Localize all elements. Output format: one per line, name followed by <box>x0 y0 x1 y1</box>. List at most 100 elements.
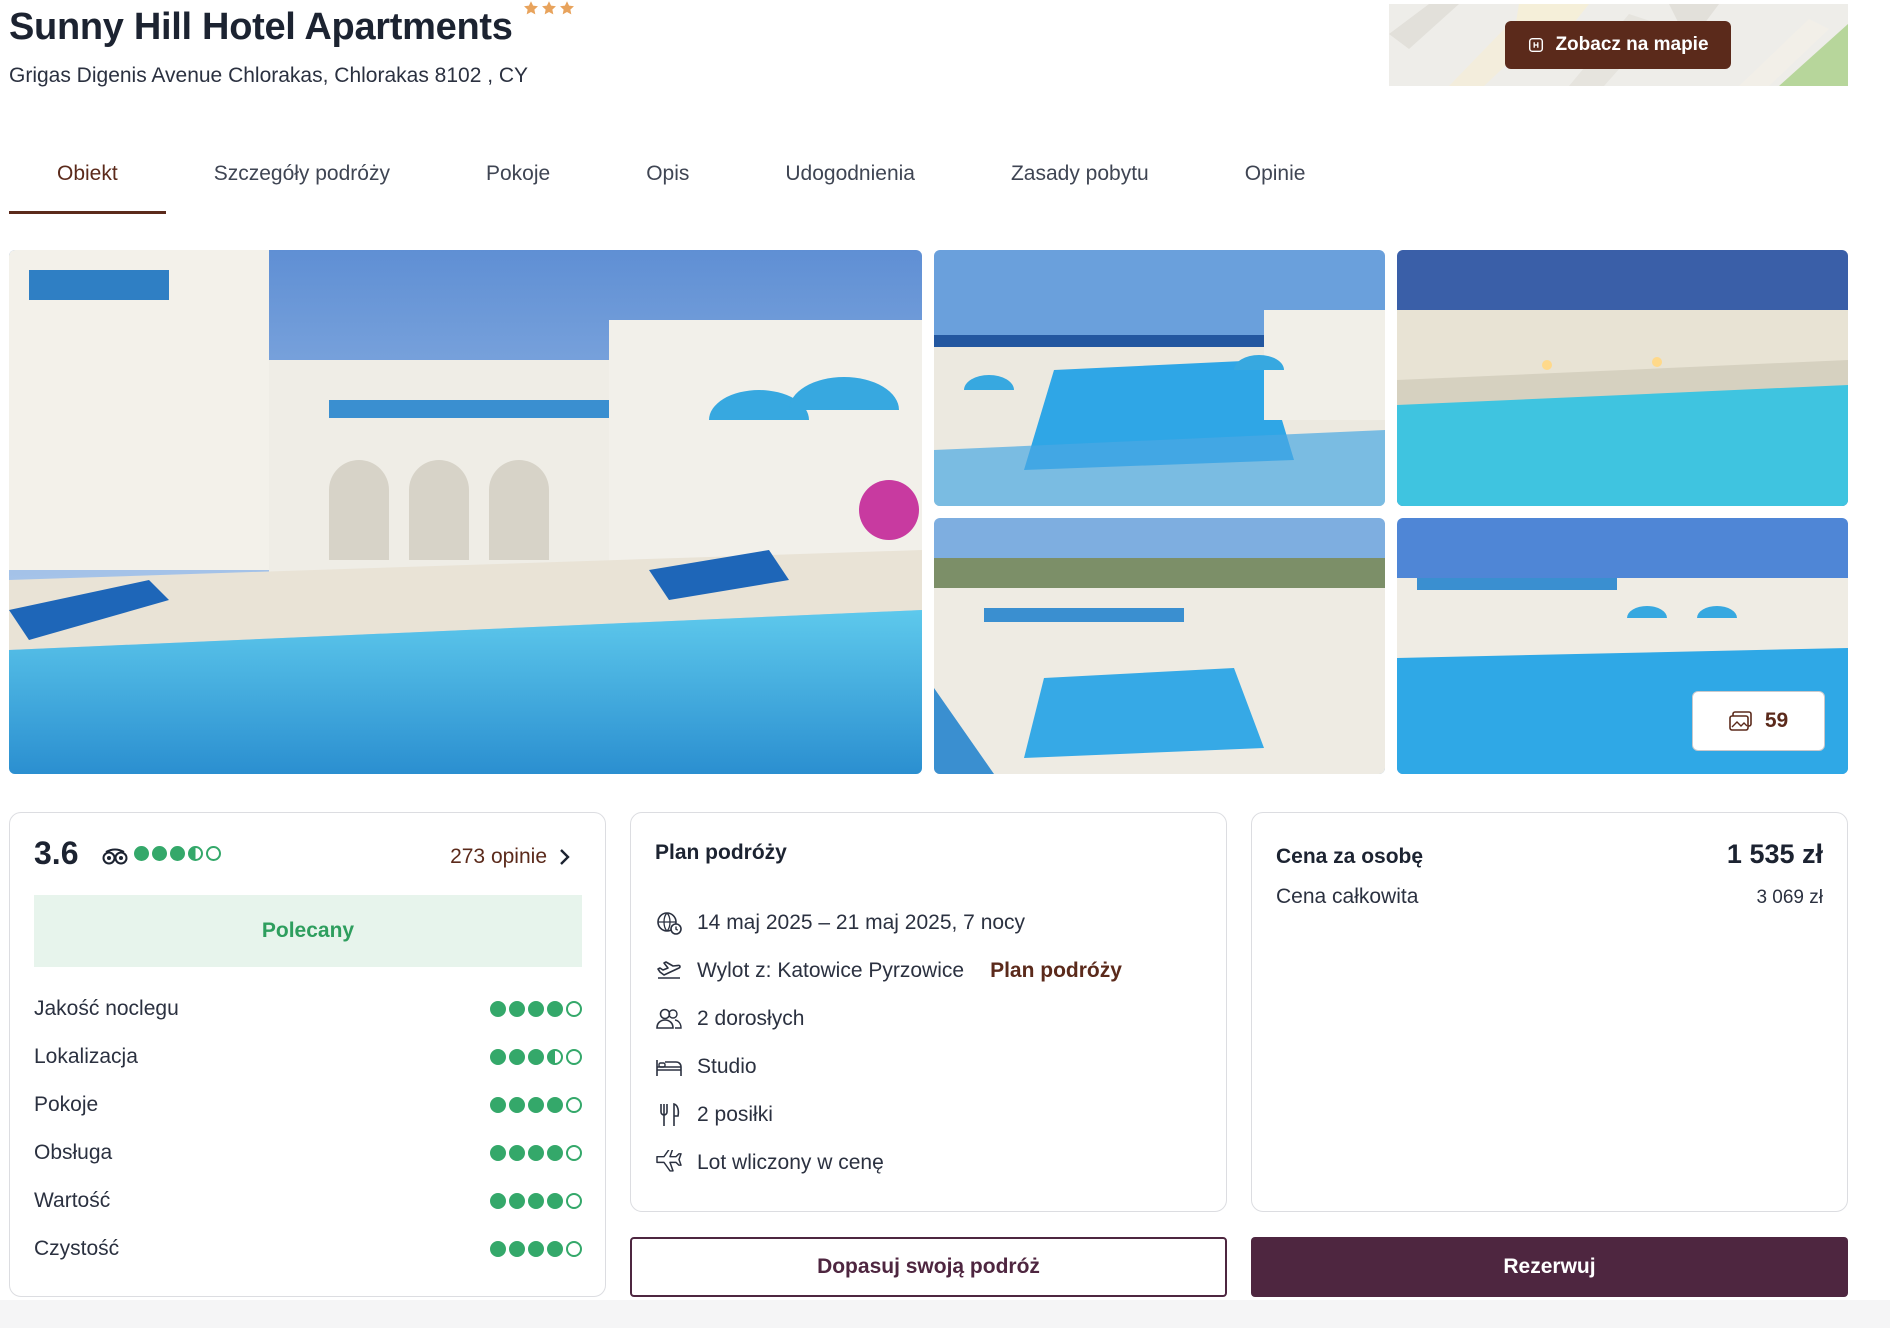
criterion-label: Pokoje <box>34 1093 99 1116</box>
photo-count: 59 <box>1764 709 1789 732</box>
criterion-label: Czystość <box>34 1237 120 1260</box>
rating-bubble-icon <box>509 1097 525 1113</box>
price-per-person-label: Cena za osobę <box>1276 845 1424 868</box>
trip-departure-text: Wylot z: Katowice Pyrzowice <box>697 959 965 982</box>
trip-room-text: Studio <box>697 1055 757 1078</box>
book-button[interactable]: Rezerwuj <box>1251 1237 1848 1297</box>
section-tabs: Obiekt Szczegóły podróży Pokoje Opis Udo… <box>9 140 1353 214</box>
price-total-label: Cena całkowita <box>1276 885 1419 908</box>
rating-bubble-icon <box>528 1097 544 1113</box>
all-photos-button[interactable]: 59 <box>1692 691 1825 751</box>
title-row: Sunny Hill Hotel Apartments <box>9 1 575 50</box>
rating-bubble-icon <box>566 1001 582 1017</box>
trip-guests-text: 2 dorosłych <box>697 1007 805 1030</box>
gallery-photo-2[interactable] <box>934 250 1385 506</box>
hotel-title: Sunny Hill Hotel Apartments <box>9 6 513 48</box>
rating-criterion: Pokoje <box>34 1081 582 1129</box>
criterion-bubbles <box>490 1049 582 1065</box>
rating-criterion: Wartość <box>34 1177 582 1225</box>
tab-rooms[interactable]: Pokoje <box>438 140 598 214</box>
criterion-label: Wartość <box>34 1189 111 1212</box>
photos-icon <box>1729 711 1752 731</box>
tab-amenities[interactable]: Udogodnienia <box>737 140 963 214</box>
tab-obiekt[interactable]: Obiekt <box>9 140 166 214</box>
reviews-link-label: 273 opinie <box>450 845 547 868</box>
trip-meals: 2 posiłki <box>655 1091 1122 1139</box>
plane-departure-icon <box>657 961 681 979</box>
rating-bubble-icon <box>152 846 167 861</box>
show-on-map-button[interactable]: Zobacz na mapie <box>1505 21 1731 69</box>
show-on-map-label: Zobacz na mapie <box>1555 34 1709 55</box>
gallery-photo-main[interactable] <box>9 250 922 774</box>
tab-description[interactable]: Opis <box>598 140 737 214</box>
trip-dates-text: 14 maj 2025 – 21 maj 2025, 7 nocy <box>697 911 1026 934</box>
rating-bubble-icon <box>566 1145 582 1161</box>
recommended-badge: Polecany <box>34 895 582 967</box>
rating-bubble-icon <box>490 1097 506 1113</box>
photo-gallery <box>9 250 1848 774</box>
rating-bubble-icon <box>547 1097 563 1113</box>
rating-bubble-icon <box>490 1193 506 1209</box>
hotel-address: Grigas Digenis Avenue Chlorakas, Chlorak… <box>9 64 529 87</box>
trip-plan-card: Plan podróży 14 maj 2025 – 21 maj 2025, … <box>630 812 1227 1212</box>
tab-reviews[interactable]: Opinie <box>1197 140 1354 214</box>
rating-criterion: Lokalizacja <box>34 1033 582 1081</box>
price-total-value: 3 069 zł <box>1756 887 1823 908</box>
rating-bubble-icon <box>490 1001 506 1017</box>
trip-meals-text: 2 posiłki <box>697 1103 773 1126</box>
price-per-person-row: Cena za osobę 1 535 zł <box>1276 839 1823 870</box>
plane-icon <box>656 1150 682 1172</box>
star-icon <box>523 1 538 15</box>
trip-room: Studio <box>655 1043 1122 1091</box>
rating-bubble-icon <box>528 1001 544 1017</box>
criterion-bubbles <box>490 1241 582 1257</box>
trip-plan-title: Plan podróży <box>655 841 787 864</box>
trip-departure: Wylot z: Katowice Pyrzowice Plan podróży <box>655 947 1122 995</box>
rating-bubble-icon <box>490 1145 506 1161</box>
trip-guests: 2 dorosłych <box>655 995 1122 1043</box>
rating-bubble-icon <box>206 846 221 861</box>
rating-bubble-icon <box>547 1241 563 1257</box>
customize-trip-button[interactable]: Dopasuj swoją podróż <box>630 1237 1227 1297</box>
rating-bubble-icon <box>134 846 149 861</box>
rating-bubble-icon <box>528 1241 544 1257</box>
rating-bubble-icon <box>566 1049 582 1065</box>
rating-card: 3.6 273 opinie Polecany Jakość noclegu L… <box>9 812 606 1297</box>
tab-trip-details[interactable]: Szczegóły podróży <box>166 140 438 214</box>
rating-bubble-icon <box>188 846 203 861</box>
calendar-globe-icon <box>657 912 682 935</box>
gallery-photo-3[interactable] <box>1397 250 1848 506</box>
star-rating <box>523 0 575 16</box>
rating-bubble-icon <box>509 1193 525 1209</box>
trip-plan-link[interactable]: Plan podróży <box>990 959 1122 983</box>
criterion-label: Jakość noclegu <box>34 997 179 1020</box>
rating-bubble-icon <box>528 1145 544 1161</box>
gallery-photo-4[interactable] <box>934 518 1385 774</box>
rating-criterion: Czystość <box>34 1225 582 1273</box>
tab-house-rules[interactable]: Zasady pobytu <box>963 140 1197 214</box>
cutlery-icon <box>660 1102 680 1126</box>
rating-bubble-icon <box>528 1193 544 1209</box>
rating-bubble-icon <box>509 1145 525 1161</box>
rating-criteria-list: Jakość noclegu Lokalizacja Pokoje Obsług… <box>34 985 582 1273</box>
criterion-label: Lokalizacja <box>34 1045 138 1068</box>
rating-bubble-icon <box>547 1193 563 1209</box>
rating-criterion: Jakość noclegu <box>34 985 582 1033</box>
criterion-bubbles <box>490 1097 582 1113</box>
trip-flight: Lot wliczony w cenę <box>655 1139 1122 1187</box>
trip-dates: 14 maj 2025 – 21 maj 2025, 7 nocy <box>655 899 1122 947</box>
rating-bubble-icon <box>547 1049 563 1065</box>
page-footer-edge <box>0 1300 1890 1328</box>
price-per-person-value: 1 535 zł <box>1726 839 1823 869</box>
price-card: Cena za osobę 1 535 zł Cena całkowita 3 … <box>1251 812 1848 1212</box>
star-icon <box>541 1 556 15</box>
criterion-bubbles <box>490 1193 582 1209</box>
reviews-link[interactable]: 273 opinie <box>450 845 571 869</box>
rating-criterion: Obsługa <box>34 1129 582 1177</box>
rating-bubble-icon <box>566 1193 582 1209</box>
chevron-right-icon <box>560 849 570 865</box>
rating-bubble-icon <box>490 1241 506 1257</box>
rating-bubble-icon <box>528 1049 544 1065</box>
trip-flight-text: Lot wliczony w cenę <box>697 1151 884 1174</box>
bed-icon <box>656 1060 682 1076</box>
